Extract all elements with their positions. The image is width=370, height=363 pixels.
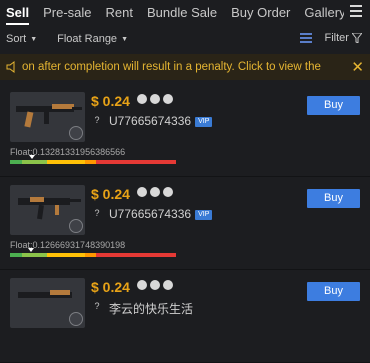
sticker-row [137,280,173,290]
float-segment [21,253,47,257]
seller-tag: VIP [195,209,213,220]
tab-rent[interactable]: Rent [106,5,133,20]
tab-pre-sale[interactable]: Pre-sale [43,5,91,20]
item-image [10,278,85,328]
float-segment [21,160,47,164]
listing-item[interactable]: $ 0.24 ? 李云的快乐生活 Buy [0,270,370,363]
list-view-icon[interactable] [300,32,313,44]
float-marker [29,155,36,159]
filter-button[interactable]: Filter [324,32,364,44]
float-bar [10,155,176,164]
float-bar [10,248,176,257]
item-price: $ 0.24 [91,93,130,109]
sort-dropdown[interactable]: Sort ▼ [6,33,37,45]
float-segment [46,160,85,164]
speaker-icon [6,61,15,73]
tab-bar: Sell Pre-sale Rent Bundle Sale Buy Order… [0,0,370,25]
item-image [10,185,85,235]
item-badge-icon [69,312,83,326]
sticker-icon [137,280,147,290]
buy-button[interactable]: Buy [307,96,360,115]
float-segment [84,160,97,164]
filter-actions: Filter [300,32,364,44]
tab-buy-order[interactable]: Buy Order [231,5,290,20]
tab-bundle-sale[interactable]: Bundle Sale [147,5,217,20]
help-icon: ? [94,208,100,218]
item-badge-icon [69,219,83,233]
sticker-row [137,187,173,197]
camera-icon[interactable] [150,280,160,290]
seller-tag: VIP [195,116,213,127]
buy-button[interactable]: Buy [307,282,360,301]
seller-name: U77665674336 VIP [109,114,213,128]
float-range-label: Float Range [57,33,118,45]
tab-gallery[interactable]: Gallery [304,5,345,20]
float-segment [10,160,22,164]
funnel-icon [350,32,364,44]
float-segment [46,253,85,257]
sticker-row [137,94,173,104]
help-icon: ? [94,115,100,125]
caret-down-icon: ▼ [121,35,128,43]
listing-item[interactable]: $ 0.24 ? U77665674336 VIP Buy Float:0.132… [0,84,370,177]
camera-icon[interactable] [150,187,160,197]
tab-sell[interactable]: Sell [6,5,30,25]
sort-label: Sort [6,33,27,45]
inspect-icon[interactable] [163,187,173,197]
seller-name: U77665674336 VIP [109,207,213,221]
notice-text: on after completion will result in a pen… [22,61,321,73]
penalty-notice[interactable]: on after completion will result in a pen… [0,54,370,80]
sticker-icon [137,94,147,104]
sticker-icon [137,187,147,197]
caret-down-icon: ▼ [30,35,38,43]
inspect-icon[interactable] [163,94,173,104]
menu-icon[interactable] [344,5,362,17]
item-image [10,92,85,142]
seller-name: 李云的快乐生活 [109,302,194,316]
float-segment [96,253,176,257]
float-range-dropdown[interactable]: Float Range ▼ [57,33,128,45]
float-value: Float:0.13281331956386566 [10,147,126,157]
close-icon[interactable]: ✕ [351,58,364,76]
float-marker [28,248,35,252]
listing-item[interactable]: $ 0.24 ? U77665674336 VIP Buy Float:0.126… [0,177,370,270]
help-icon: ? [94,301,100,311]
float-segment [84,253,97,257]
filter-bar: Sort ▼ Float Range ▼ Filter [0,24,370,54]
float-segment [96,160,176,164]
inspect-icon[interactable] [163,280,173,290]
item-price: $ 0.24 [91,186,130,202]
item-badge-icon [69,126,83,140]
filter-label: Filter [324,32,349,44]
buy-button[interactable]: Buy [307,189,360,208]
float-segment [10,253,22,257]
item-price: $ 0.24 [91,279,130,295]
camera-icon[interactable] [150,94,160,104]
